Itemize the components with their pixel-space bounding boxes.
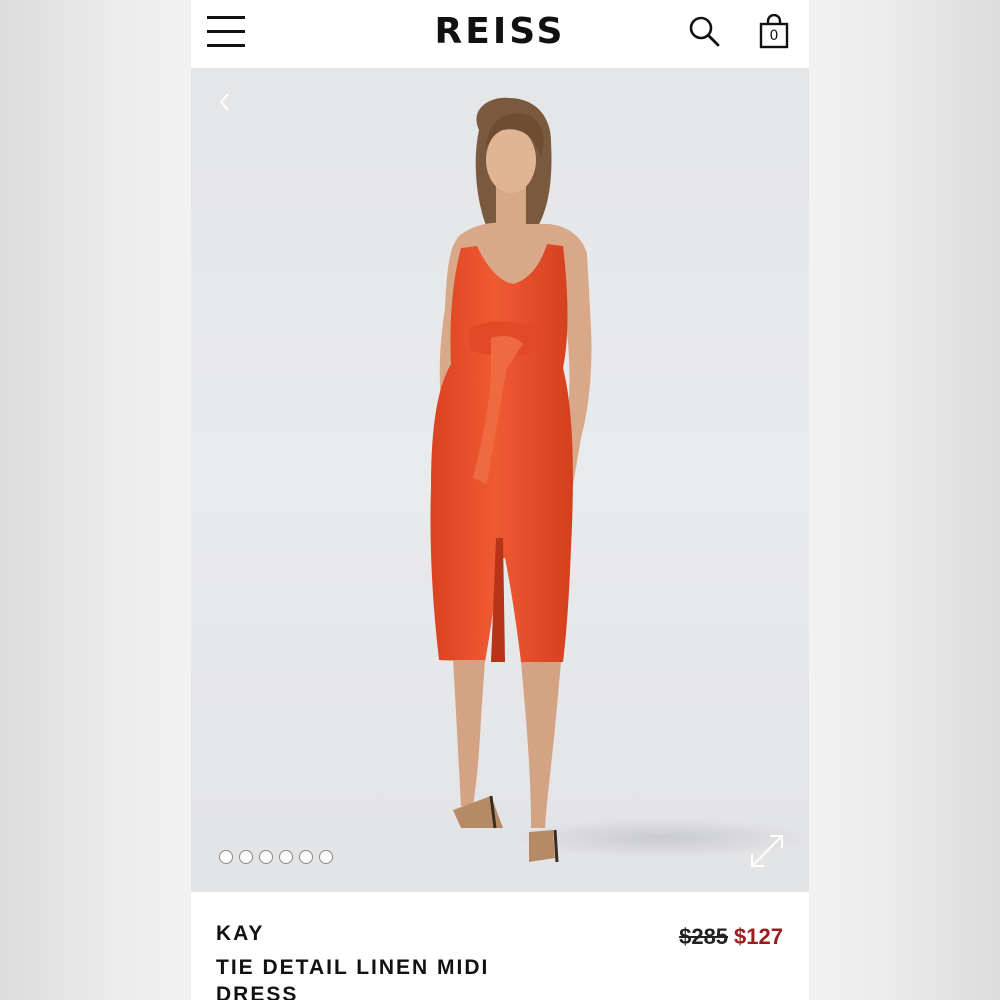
- gallery-pagination: [219, 850, 333, 866]
- bag-count: 0: [769, 28, 779, 44]
- expand-icon[interactable]: [746, 830, 788, 872]
- original-price: $285: [679, 924, 729, 949]
- gallery-dot[interactable]: [319, 850, 333, 864]
- product-name: TIE DETAIL LINEN MIDI DRESS: [216, 956, 490, 1000]
- price: $285 $127: [679, 924, 783, 950]
- shopping-bag-button[interactable]: 0: [757, 13, 791, 50]
- sale-price: $127: [734, 924, 783, 949]
- product-photo: [430, 97, 809, 863]
- search-icon[interactable]: [687, 14, 723, 50]
- gallery-dot[interactable]: [219, 850, 233, 864]
- chevron-left-icon[interactable]: [213, 90, 237, 114]
- product-info: KAY TIE DETAIL LINEN MIDI DRESS $285 $127: [191, 892, 809, 1000]
- product-gallery[interactable]: [191, 68, 809, 892]
- gallery-dot[interactable]: [259, 850, 273, 864]
- site-header: REISS 0: [191, 0, 809, 68]
- product-brand: KAY: [216, 922, 265, 945]
- gallery-dot[interactable]: [279, 850, 293, 864]
- hamburger-menu-icon[interactable]: [207, 14, 245, 50]
- product-page: REISS 0 KAY TIE DETAIL LINEN MIDI DRESS …: [191, 0, 809, 1000]
- gallery-dot[interactable]: [299, 850, 313, 864]
- brand-logo[interactable]: REISS: [400, 10, 600, 54]
- gallery-dot[interactable]: [239, 850, 253, 864]
